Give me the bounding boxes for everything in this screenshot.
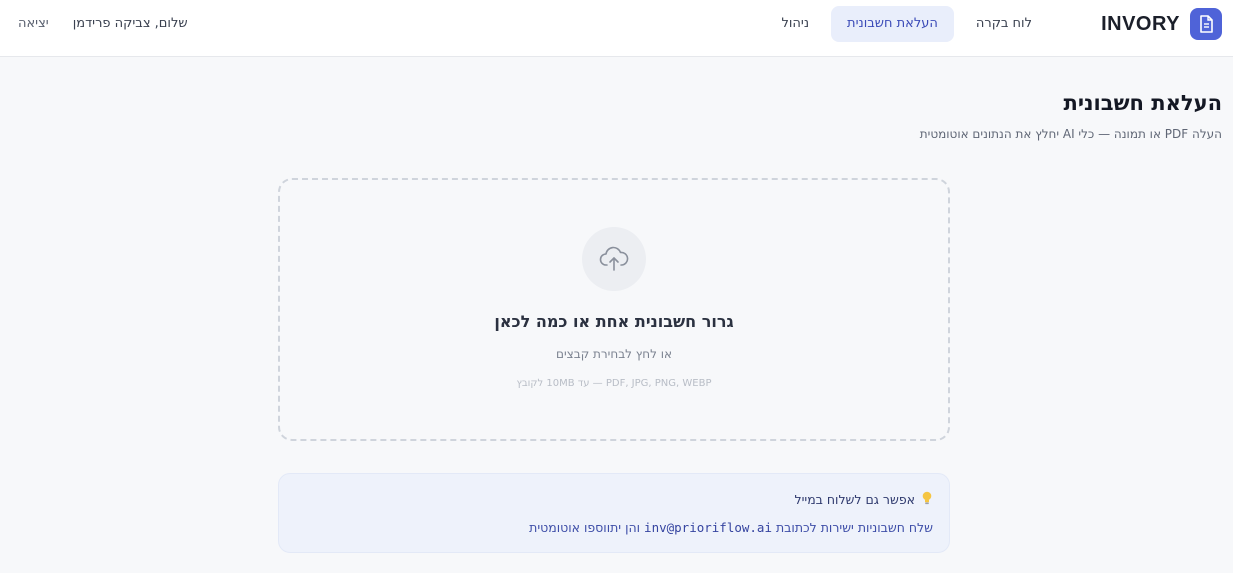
dropzone-subtitle: או לחץ לבחירת קבצים xyxy=(555,347,673,361)
file-dropzone[interactable]: גרור חשבונית אחת או כמה לכאן או לחץ לבחי… xyxy=(278,178,950,441)
nav-item-dashboard[interactable]: לוח בקרה xyxy=(960,6,1048,42)
tip-email-address[interactable]: inv@prioriflow.ai xyxy=(644,520,772,535)
main-nav: לוח בקרה העלאת חשבונית ניהול xyxy=(766,6,1049,42)
brand-name: INVORY xyxy=(1101,12,1180,35)
lightbulb-icon xyxy=(921,491,933,508)
tip-body: שלח חשבוניות ישירות לכתובת inv@prioriflo… xyxy=(529,520,933,535)
brand[interactable]: INVORY xyxy=(1101,8,1222,40)
nav-item-upload-invoice[interactable]: העלאת חשבונית xyxy=(831,6,954,42)
user-area: יציאה שלום, צביקה פרידמן xyxy=(18,16,188,31)
nav-item-management[interactable]: ניהול xyxy=(766,6,826,42)
tip-body-suffix: והן יתווספו אוטומטית xyxy=(529,520,641,535)
tip-title-row: אפשר גם לשלוח במייל xyxy=(795,491,934,508)
cloud-upload-icon xyxy=(582,227,646,291)
document-icon xyxy=(1190,8,1222,40)
page-title: העלאת חשבונית xyxy=(1063,91,1222,115)
dropzone-title: גרור חשבונית אחת או כמה לכאן xyxy=(494,312,734,331)
logout-button[interactable]: יציאה xyxy=(18,16,49,31)
dropzone-file-hint: PDF, JPG, PNG, WEBP — עד 10MB לקובץ xyxy=(516,378,712,389)
user-greeting: שלום, צביקה פרידמן xyxy=(72,16,188,31)
tip-body-text: שלח חשבוניות ישירות לכתובת xyxy=(775,520,933,535)
tip-title: אפשר גם לשלוח במייל xyxy=(794,492,916,507)
email-tip-card: אפשר גם לשלוח במייל שלח חשבוניות ישירות … xyxy=(278,473,950,553)
top-bar: INVORY לוח בקרה העלאת חשבונית ניהול יציא… xyxy=(0,0,1233,57)
page-subtitle: העלה PDF או תמונה — כלי AI יחלץ את הנתונ… xyxy=(919,127,1222,141)
